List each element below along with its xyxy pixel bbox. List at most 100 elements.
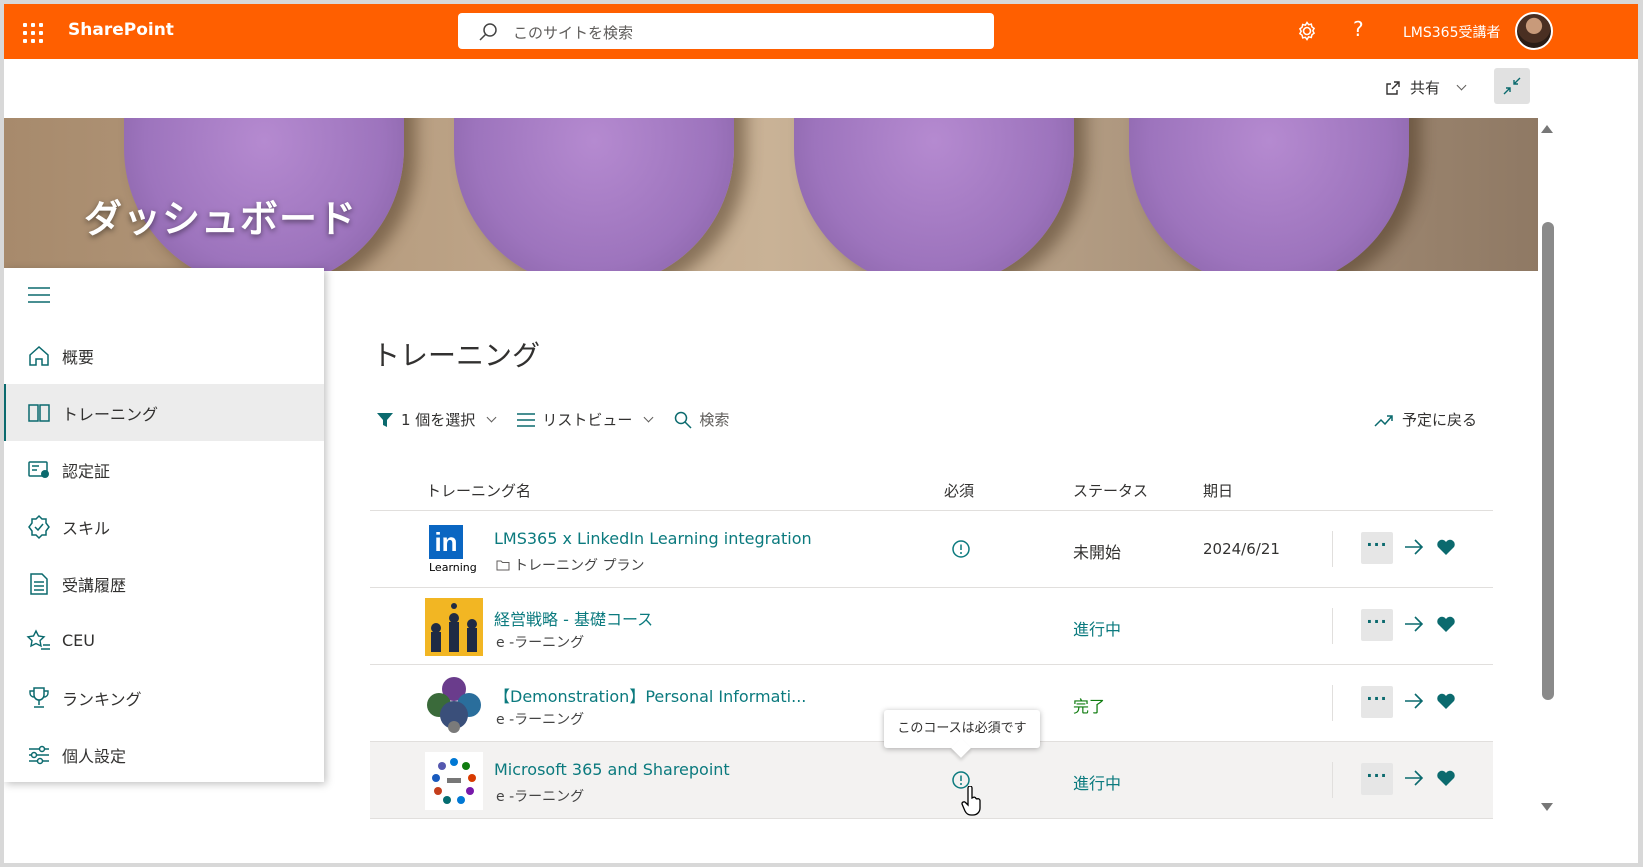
home-icon bbox=[29, 345, 49, 366]
course-type: e -ラーニング bbox=[496, 786, 584, 806]
command-bar: 共有 bbox=[4, 59, 1638, 118]
chevron-down-icon bbox=[643, 412, 654, 423]
heart-icon[interactable] bbox=[1436, 692, 1456, 710]
hero-banner: ダッシュボード bbox=[4, 118, 1538, 271]
trophy-icon bbox=[29, 686, 49, 708]
course-title-link[interactable]: 経営戦略 - 基礎コース bbox=[494, 606, 653, 630]
badge-check-icon bbox=[28, 514, 50, 539]
sliders-icon bbox=[29, 745, 49, 764]
site-search-box[interactable]: このサイトを検索 bbox=[458, 13, 994, 49]
course-thumbnail-privacy bbox=[425, 675, 483, 733]
column-header-required[interactable]: 必須 bbox=[944, 480, 974, 501]
app-brand[interactable]: SharePoint bbox=[68, 20, 174, 40]
course-type-label: e -ラーニング bbox=[496, 635, 585, 651]
column-header-name[interactable]: トレーニング名 bbox=[426, 480, 531, 501]
hand-pointer-icon bbox=[961, 786, 981, 816]
hero-decoration bbox=[1129, 118, 1409, 271]
suite-bar: SharePoint このサイトを検索 ? LMS365受講者 bbox=[4, 4, 1638, 59]
scrollbar-thumb[interactable] bbox=[1542, 222, 1554, 700]
heart-icon[interactable] bbox=[1436, 538, 1456, 556]
status-badge: 進行中 bbox=[1073, 620, 1122, 639]
heart-icon[interactable] bbox=[1436, 769, 1456, 787]
filter-button[interactable]: 1 個を選択 bbox=[376, 409, 497, 430]
course-type-label: トレーニング プラン bbox=[514, 558, 645, 574]
list-search[interactable]: 検索 bbox=[674, 409, 729, 430]
sidebar-item-certificates[interactable]: 認定証 bbox=[4, 441, 324, 498]
scroll-up-arrow[interactable] bbox=[1541, 125, 1553, 133]
user-name[interactable]: LMS365受講者 bbox=[1403, 22, 1501, 42]
sidebar-item-ceu[interactable]: CEU bbox=[4, 612, 324, 669]
back-label: 予定に戻る bbox=[1402, 411, 1478, 429]
folder-icon bbox=[496, 560, 510, 571]
more-options-button[interactable]: ··· bbox=[1361, 609, 1393, 641]
certificate-icon bbox=[28, 460, 49, 478]
status-badge: 完了 bbox=[1073, 697, 1106, 716]
sidebar-item-training[interactable]: トレーニング bbox=[4, 384, 324, 441]
star-list-icon bbox=[26, 628, 50, 650]
arrow-right-icon[interactable] bbox=[1403, 537, 1425, 557]
course-type: e -ラーニング bbox=[496, 709, 584, 729]
sidebar-item-label: 認定証 bbox=[62, 461, 111, 481]
avatar[interactable] bbox=[1515, 12, 1553, 50]
course-title-link[interactable]: LMS365 x LinkedIn Learning integration bbox=[494, 529, 812, 548]
view-label: リストビュー bbox=[542, 411, 633, 429]
course-thumbnail-m365 bbox=[425, 752, 483, 810]
hero-decoration bbox=[794, 118, 1074, 271]
document-list-icon bbox=[30, 572, 48, 595]
share-button[interactable]: 共有 bbox=[1384, 77, 1467, 98]
scroll-down-arrow[interactable] bbox=[1541, 803, 1553, 811]
course-thumbnail-linkedin: in Learning bbox=[425, 521, 483, 579]
more-options-button[interactable]: ··· bbox=[1361, 763, 1393, 795]
more-options-button[interactable]: ··· bbox=[1361, 686, 1393, 718]
share-icon bbox=[1386, 80, 1400, 95]
sidebar-item-label: CEU bbox=[62, 631, 95, 650]
browser-window: SharePoint このサイトを検索 ? LMS365受講者 共有 ダッシュボ… bbox=[4, 4, 1638, 863]
due-date: 2024/6/21 bbox=[1203, 540, 1280, 558]
section-title: トレーニング bbox=[372, 339, 541, 372]
arrow-right-icon[interactable] bbox=[1403, 691, 1425, 711]
heart-icon[interactable] bbox=[1436, 615, 1456, 633]
column-header-due[interactable]: 期日 bbox=[1203, 480, 1233, 501]
sidebar-item-label: 概要 bbox=[62, 347, 95, 367]
trend-up-icon bbox=[1374, 414, 1393, 427]
column-divider bbox=[1332, 608, 1333, 644]
view-selector[interactable]: リストビュー bbox=[517, 409, 654, 430]
column-divider bbox=[1332, 531, 1333, 567]
arrow-right-icon[interactable] bbox=[1403, 768, 1425, 788]
table-row[interactable]: Microsoft 365 and Sharepoint e -ラーニング 進行… bbox=[370, 742, 1493, 819]
app-launcher-icon[interactable] bbox=[18, 18, 44, 44]
table-row[interactable]: in Learning LMS365 x LinkedIn Learning i… bbox=[370, 511, 1493, 588]
course-title-link[interactable]: 【Demonstration】Personal Informati... bbox=[494, 683, 806, 707]
hamburger-menu-icon[interactable] bbox=[28, 286, 50, 304]
collapse-icon bbox=[1503, 77, 1521, 95]
course-type-label: e -ラーニング bbox=[496, 712, 585, 728]
page-title: ダッシュボード bbox=[84, 197, 358, 241]
hero-decoration bbox=[454, 118, 734, 271]
sidebar-item-label: ランキング bbox=[62, 689, 142, 709]
sidebar-item-skills[interactable]: スキル bbox=[4, 498, 324, 555]
sidebar-item-ranking[interactable]: ランキング bbox=[4, 669, 324, 726]
sidebar-item-history[interactable]: 受講履歴 bbox=[4, 555, 324, 612]
column-header-status[interactable]: ステータス bbox=[1073, 480, 1148, 501]
list-toolbar: 1 個を選択 リストビュー 検索 bbox=[376, 409, 751, 430]
privacy-bubbles-image bbox=[427, 677, 481, 733]
sidebar-item-overview[interactable]: 概要 bbox=[4, 327, 324, 384]
status-badge: 進行中 bbox=[1073, 774, 1122, 793]
table-row[interactable]: 経営戦略 - 基礎コース e -ラーニング 進行中 ··· bbox=[370, 588, 1493, 665]
more-options-button[interactable]: ··· bbox=[1361, 532, 1393, 564]
help-icon[interactable]: ? bbox=[1353, 17, 1364, 41]
required-info-icon[interactable] bbox=[951, 539, 971, 559]
collapse-header-button[interactable] bbox=[1494, 68, 1530, 104]
gear-icon[interactable] bbox=[1296, 20, 1318, 42]
course-type-label: e -ラーニング bbox=[496, 789, 585, 805]
sidebar-item-settings[interactable]: 個人設定 bbox=[4, 726, 324, 783]
course-title-link[interactable]: Microsoft 365 and Sharepoint bbox=[494, 760, 730, 779]
linkedin-learning-label: Learning bbox=[429, 561, 477, 574]
table-header: トレーニング名 必須 ステータス 期日 bbox=[370, 477, 1493, 511]
search-placeholder: このサイトを検索 bbox=[513, 24, 634, 42]
back-to-schedule-button[interactable]: 予定に戻る bbox=[1374, 409, 1477, 430]
chevron-down-icon bbox=[486, 412, 497, 423]
sidebar-item-label: トレーニング bbox=[62, 404, 159, 424]
course-type: e -ラーニング bbox=[496, 632, 584, 652]
arrow-right-icon[interactable] bbox=[1403, 614, 1425, 634]
